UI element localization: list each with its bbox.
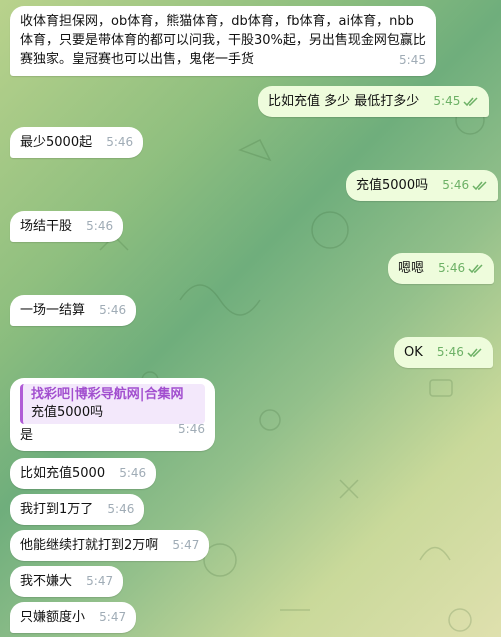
double-check-icon	[463, 97, 478, 107]
message-time: 5:46	[438, 259, 484, 278]
message-bubble-outgoing[interactable]: 充值5000吗 5:46	[346, 170, 499, 201]
double-check-icon	[468, 264, 483, 274]
message-time: 5:46	[437, 343, 483, 362]
message-bubble-incoming[interactable]: 一场一结算 5:46	[10, 295, 137, 326]
message-time: 5:46	[178, 422, 205, 436]
message-bubble-incoming[interactable]: 他能继续打就打到2万啊 5:47	[10, 530, 210, 561]
message-bubble-outgoing[interactable]: OK 5:46	[394, 337, 493, 368]
message-text: 他能继续打就打到2万啊	[20, 538, 159, 553]
double-check-icon	[467, 348, 482, 358]
message-time: 5:47	[86, 574, 114, 588]
message-bubble-incoming[interactable]: 我打到1万了 5:46	[10, 494, 145, 525]
message-time: 5:46	[442, 176, 488, 195]
message-text: 收体育担保网，ob体育，熊猫体育，db体育，fb体育，ai体育，nbb体育，只要…	[20, 14, 426, 67]
message-text: 比如充值 多少 最低打多少	[268, 94, 420, 109]
double-check-icon	[472, 181, 487, 191]
message-time: 5:46	[106, 135, 134, 149]
message-text: 最少5000起	[20, 135, 93, 150]
message-time: 5:45	[399, 53, 426, 67]
message-time: 5:47	[172, 538, 200, 552]
reply-quote-text: 充值5000吗	[31, 405, 104, 420]
message-text: OK	[404, 345, 423, 360]
message-bubble-incoming[interactable]: 收体育担保网，ob体育，熊猫体育，db体育，fb体育，ai体育，nbb体育，只要…	[10, 6, 436, 76]
message-bubble-incoming[interactable]: 场结干股 5:46	[10, 211, 124, 242]
message-text: 场结干股	[20, 219, 73, 234]
message-bubble-incoming[interactable]: 我不嫌大 5:47	[10, 566, 124, 597]
message-bubble-outgoing[interactable]: 比如充值 多少 最低打多少 5:45	[258, 86, 490, 117]
message-text: 嗯嗯	[398, 261, 425, 276]
message-time: 5:46	[99, 303, 127, 317]
message-text: 只嫌额度小	[20, 610, 86, 625]
message-time: 5:46	[119, 466, 147, 480]
reply-quote-author: 找彩吧|博彩导航网|合集网	[31, 387, 184, 402]
message-bubble-incoming[interactable]: 只嫌额度小 5:47	[10, 602, 137, 633]
message-text: 是	[20, 428, 34, 443]
message-time: 5:45	[433, 92, 479, 111]
message-text: 我打到1万了	[20, 502, 94, 517]
message-time: 5:46	[86, 219, 114, 233]
message-bubble-outgoing[interactable]: 嗯嗯 5:46	[388, 253, 495, 284]
message-text: 一场一结算	[20, 303, 86, 318]
message-bubble-incoming[interactable]: 比如充值5000 5:46	[10, 458, 157, 489]
reply-quote[interactable]: 找彩吧|博彩导航网|合集网 充值5000吗	[20, 384, 205, 424]
message-time: 5:46	[107, 502, 135, 516]
message-bubble-incoming[interactable]: 最少5000起 5:46	[10, 127, 144, 158]
message-text: 充值5000吗	[356, 178, 429, 193]
message-text: 比如充值5000	[20, 466, 106, 481]
message-text: 我不嫌大	[20, 574, 73, 589]
message-time: 5:47	[99, 610, 127, 624]
message-bubble-incoming-reply[interactable]: 找彩吧|博彩导航网|合集网 充值5000吗 是 5:46	[10, 378, 215, 451]
